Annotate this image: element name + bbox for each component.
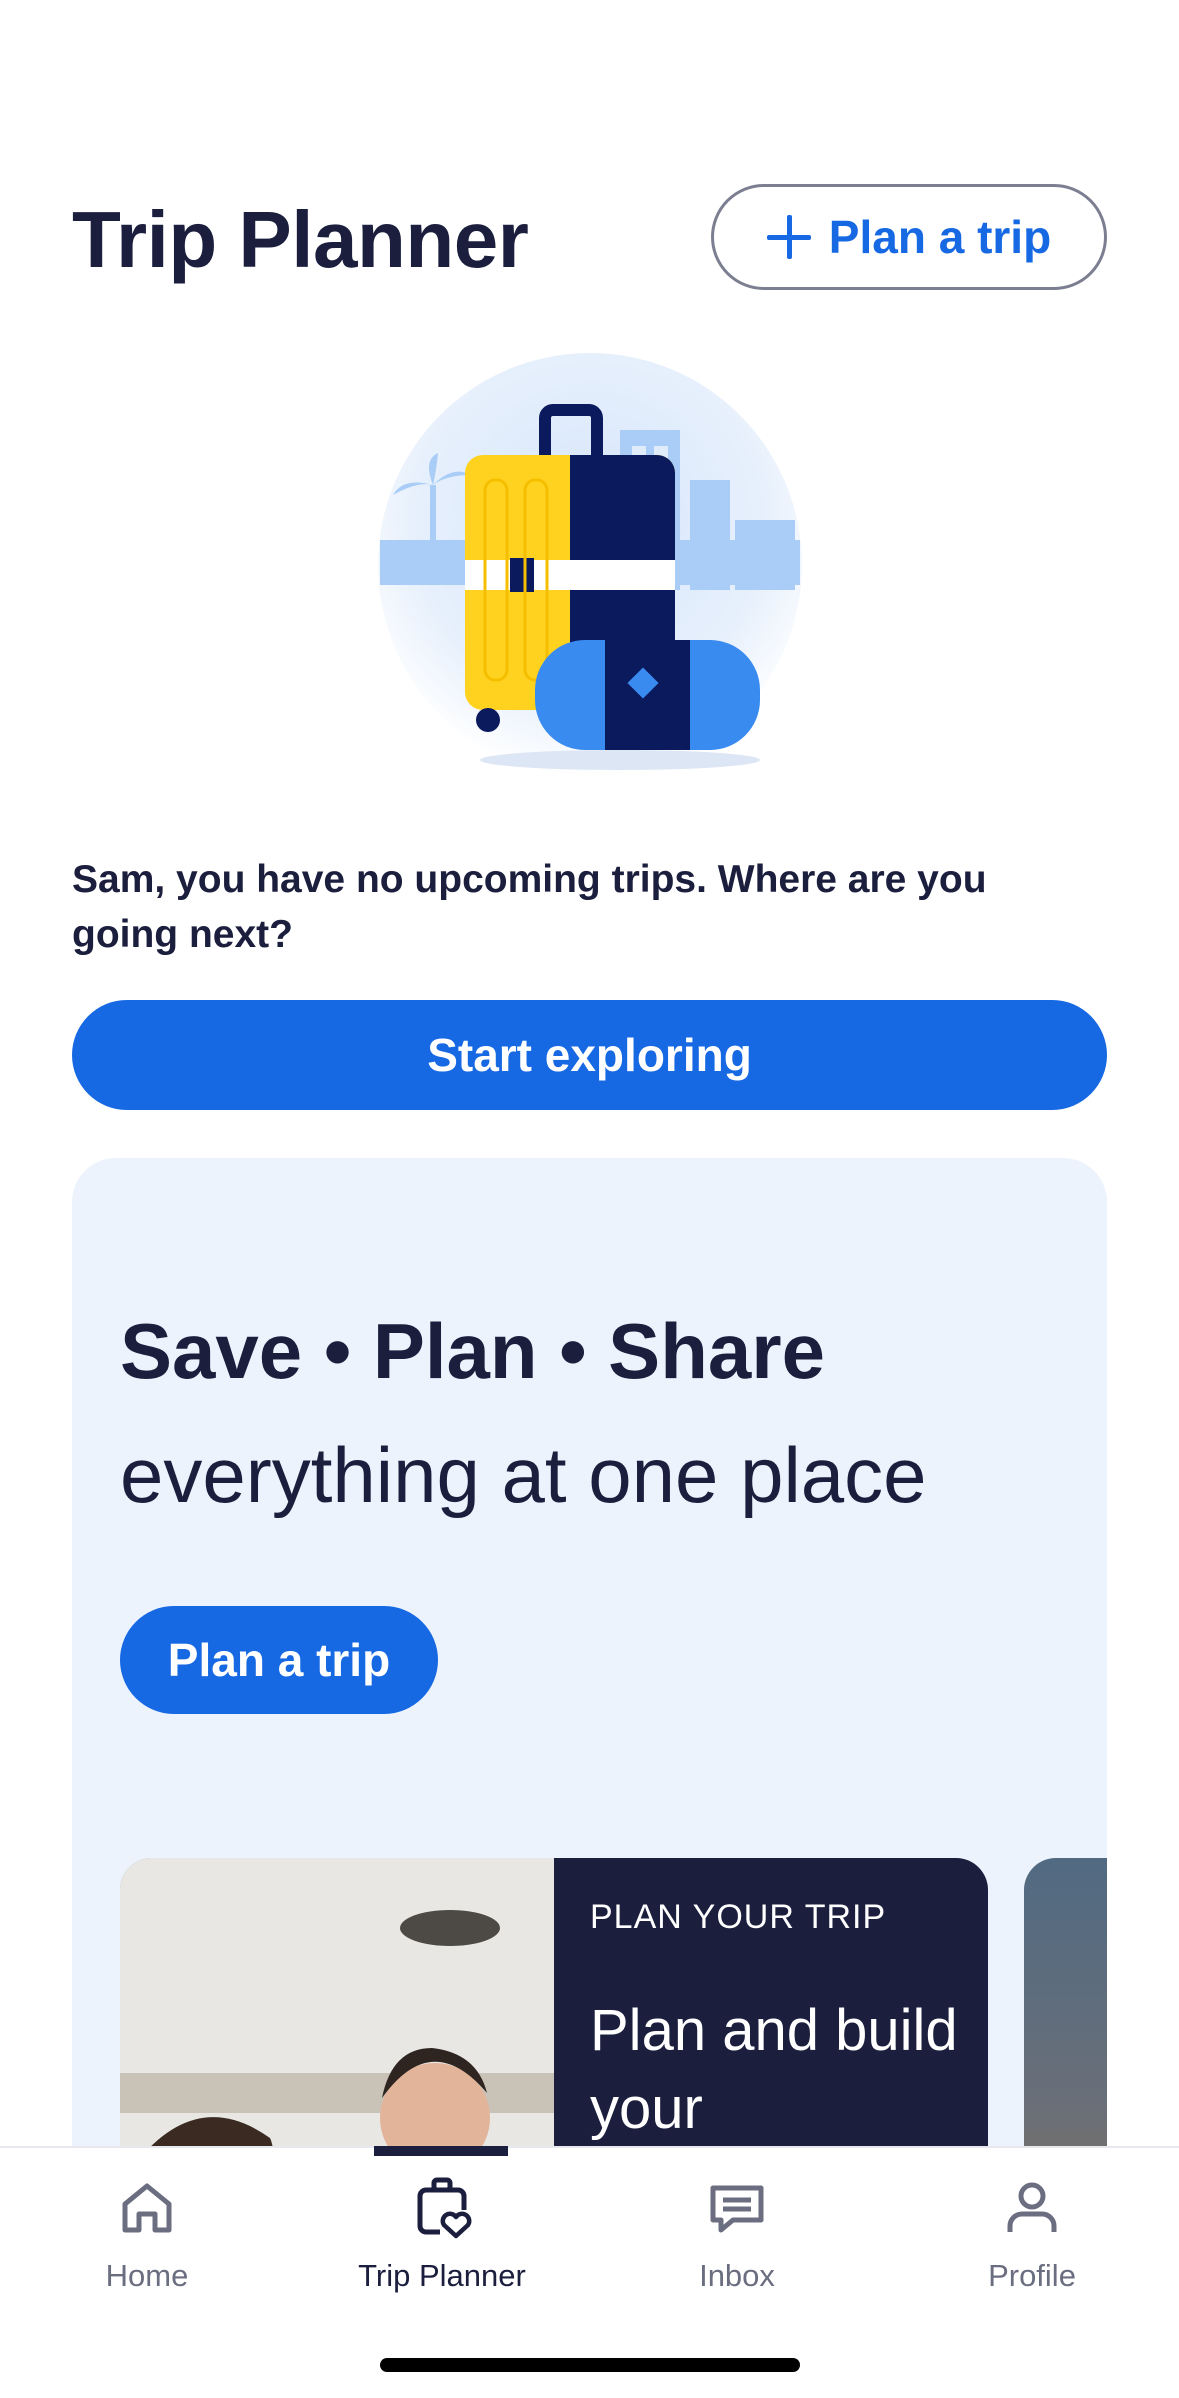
trip-planner-icon: [417, 2177, 472, 2239]
tab-trip-planner[interactable]: Trip Planner: [295, 2148, 589, 2348]
plan-a-trip-button[interactable]: Plan a trip: [711, 184, 1107, 290]
luggage-illustration: [378, 353, 802, 777]
header: Trip Planner Plan a trip: [72, 180, 1107, 300]
promo-subheadline: everything at one place: [120, 1431, 927, 1519]
promo-panel: Save • Plan • Share everything at one pl…: [72, 1158, 1107, 2258]
tab-inbox[interactable]: Inbox: [590, 2148, 884, 2348]
tab-trip-planner-label: Trip Planner: [358, 2258, 526, 2293]
promo-headline: Save • Plan • Share: [120, 1307, 825, 1395]
tab-home-label: Home: [105, 2258, 189, 2293]
plan-a-trip-label: Plan a trip: [828, 211, 1052, 263]
promo-plan-a-trip-button[interactable]: Plan a trip: [120, 1606, 438, 1714]
tab-profile-label: Profile: [988, 2258, 1076, 2293]
tab-home[interactable]: Home: [0, 2148, 294, 2348]
no-trips-message: Sam, you have no upcoming trips. Where a…: [72, 858, 987, 956]
tab-profile[interactable]: Profile: [885, 2148, 1179, 2348]
card-title: Plan and build your: [590, 1998, 958, 2141]
plus-icon: [766, 215, 811, 259]
home-icon: [122, 2183, 172, 2233]
start-exploring-button[interactable]: Start exploring: [72, 1000, 1107, 1110]
home-indicator: [380, 2358, 800, 2372]
inbox-icon: [710, 2185, 764, 2233]
card-eyebrow: PLAN YOUR TRIP: [590, 1898, 887, 1936]
profile-icon: [1007, 2182, 1057, 2232]
page-title: Trip Planner: [72, 195, 529, 284]
tab-inbox-label: Inbox: [699, 2258, 775, 2293]
